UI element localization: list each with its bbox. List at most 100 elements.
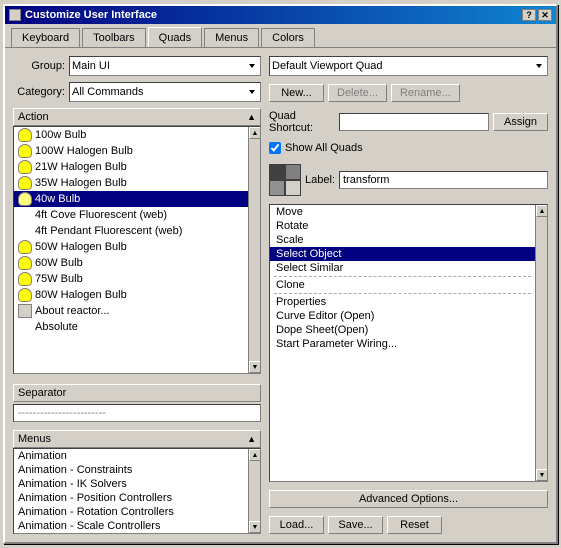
close-button[interactable]: ✕ xyxy=(538,9,552,21)
tab-toolbars[interactable]: Toolbars xyxy=(82,28,146,47)
advanced-options-button[interactable]: Advanced Options... xyxy=(269,490,548,508)
menus-list: Animation Animation - Constraints Animat… xyxy=(14,449,248,533)
menu-item[interactable]: Animation xyxy=(14,449,248,463)
quad-list-section: Move Rotate Scale Select Object Select S… xyxy=(269,204,548,482)
show-all-quads-row: Show All Quads xyxy=(269,142,548,154)
bulb-icon xyxy=(18,256,32,270)
viewport-select[interactable]: Default Viewport Quad xyxy=(269,56,548,76)
quad-item[interactable]: Curve Editor (Open) xyxy=(270,309,535,323)
menus-scroll-up[interactable]: ▲ xyxy=(247,434,256,444)
menu-item[interactable]: Animation - Scale Controllers xyxy=(14,519,248,533)
color-sq-2[interactable] xyxy=(285,164,301,180)
quad-item[interactable]: Scale xyxy=(270,233,535,247)
list-item[interactable]: 4ft Pendant Fluorescent (web) xyxy=(14,223,248,239)
delete-button[interactable]: Delete... xyxy=(328,84,387,102)
tab-quads[interactable]: Quads xyxy=(148,27,202,47)
action-list-container: 100w Bulb 100W Halogen Bulb 21W Halogen … xyxy=(13,126,261,374)
group-select[interactable]: Main UI xyxy=(69,56,261,76)
about-icon xyxy=(18,304,32,318)
right-panel: Default Viewport Quad New... Delete... R… xyxy=(269,56,548,534)
help-button[interactable]: ? xyxy=(522,9,536,21)
quad-shortcut-row: Quad Shortcut: Assign xyxy=(269,110,548,134)
tab-menus[interactable]: Menus xyxy=(204,28,259,47)
save-button[interactable]: Save... xyxy=(328,516,383,534)
category-row: Category: All Commands xyxy=(13,82,261,102)
quad-list-container: Move Rotate Scale Select Object Select S… xyxy=(269,204,548,482)
list-item[interactable]: 50W Halogen Bulb xyxy=(14,239,248,255)
quad-item[interactable]: Clone xyxy=(270,278,535,292)
quad-shortcut-input[interactable] xyxy=(339,113,489,131)
menus-scroll-up-btn[interactable]: ▲ xyxy=(249,449,261,461)
quad-item[interactable]: Properties xyxy=(270,295,535,309)
tab-keyboard[interactable]: Keyboard xyxy=(11,28,80,47)
list-item[interactable]: 75W Bulb xyxy=(14,271,248,287)
quad-item[interactable]: Move xyxy=(270,205,535,219)
color-sq-1[interactable] xyxy=(269,164,285,180)
new-button[interactable]: New... xyxy=(269,84,324,102)
left-panel: Group: Main UI Category: All Commands Ac… xyxy=(13,56,261,534)
quad-scroll-track xyxy=(536,217,547,469)
tab-colors[interactable]: Colors xyxy=(261,28,315,47)
color-label-row: Label: xyxy=(269,164,548,196)
menus-header: Menus ▲ xyxy=(13,430,261,448)
item-icon xyxy=(18,224,32,238)
list-item[interactable]: 100W Halogen Bulb xyxy=(14,143,248,159)
list-item[interactable]: Absolute xyxy=(14,319,248,335)
quad-scroll-up[interactable]: ▲ xyxy=(536,205,548,217)
show-all-quads-checkbox[interactable] xyxy=(269,142,281,154)
menu-item[interactable]: Animation - Rotation Controllers xyxy=(14,505,248,519)
scroll-up-btn[interactable]: ▲ xyxy=(249,127,261,139)
menu-item[interactable]: Animation - Position Controllers xyxy=(14,491,248,505)
advanced-row: Advanced Options... xyxy=(269,490,548,508)
bulb-icon xyxy=(18,272,32,286)
scroll-track xyxy=(249,139,260,361)
quad-item-selected[interactable]: Select Object xyxy=(270,247,535,261)
list-item[interactable]: 21W Halogen Bulb xyxy=(14,159,248,175)
color-sq-4[interactable] xyxy=(285,180,301,196)
quad-item[interactable]: Select Similar xyxy=(270,261,535,275)
list-item[interactable]: 60W Bulb xyxy=(14,255,248,271)
list-item[interactable]: 35W Halogen Bulb xyxy=(14,175,248,191)
bulb-icon xyxy=(18,144,32,158)
menus-section: Menus ▲ Animation Animation - Constraint… xyxy=(13,430,261,534)
window-icon xyxy=(9,9,21,21)
list-item[interactable]: About reactor... xyxy=(14,303,248,319)
label-input[interactable] xyxy=(339,171,548,189)
scroll-down-btn[interactable]: ▼ xyxy=(249,361,261,373)
quad-item[interactable]: Dope Sheet(Open) xyxy=(270,323,535,337)
bulb-icon xyxy=(18,288,32,302)
window-title: Customize User Interface xyxy=(25,9,157,21)
list-item[interactable]: 40w Bulb xyxy=(14,191,248,207)
main-window: Customize User Interface ? ✕ Keyboard To… xyxy=(3,4,558,544)
quad-scroll-down[interactable]: ▼ xyxy=(536,469,548,481)
list-item[interactable]: 80W Halogen Bulb xyxy=(14,287,248,303)
title-bar-left: Customize User Interface xyxy=(9,9,157,21)
list-item[interactable]: 4ft Cove Fluorescent (web) xyxy=(14,207,248,223)
item-icon xyxy=(18,320,32,334)
quad-separator-2 xyxy=(274,293,531,294)
category-label: Category: xyxy=(13,86,65,98)
menus-scroll-down-btn[interactable]: ▼ xyxy=(249,521,261,533)
title-bar: Customize User Interface ? ✕ xyxy=(5,6,556,24)
load-button[interactable]: Load... xyxy=(269,516,324,534)
action-scroll-up[interactable]: ▲ xyxy=(247,112,256,122)
color-sq-3[interactable] xyxy=(269,180,285,196)
action-list-scrollbar: ▲ ▼ xyxy=(248,127,260,373)
menus-list-container: Animation Animation - Constraints Animat… xyxy=(13,448,261,534)
action-list: 100w Bulb 100W Halogen Bulb 21W Halogen … xyxy=(14,127,248,373)
category-select[interactable]: All Commands xyxy=(69,82,261,102)
viewport-row: Default Viewport Quad xyxy=(269,56,548,76)
show-all-quads-label: Show All Quads xyxy=(285,142,363,154)
action-header: Action ▲ xyxy=(13,108,261,126)
menu-item[interactable]: Animation - Constraints xyxy=(14,463,248,477)
reset-button[interactable]: Reset xyxy=(387,516,442,534)
rename-button[interactable]: Rename... xyxy=(391,84,460,102)
tab-content: Group: Main UI Category: All Commands Ac… xyxy=(5,47,556,542)
tabs-bar: Keyboard Toolbars Quads Menus Colors xyxy=(5,24,556,47)
quad-item[interactable]: Start Parameter Wiring... xyxy=(270,337,535,351)
list-item[interactable]: 100w Bulb xyxy=(14,127,248,143)
menu-item[interactable]: Animation - IK Solvers xyxy=(14,477,248,491)
quad-item[interactable]: Rotate xyxy=(270,219,535,233)
assign-button[interactable]: Assign xyxy=(493,113,548,131)
bulb-icon xyxy=(18,240,32,254)
